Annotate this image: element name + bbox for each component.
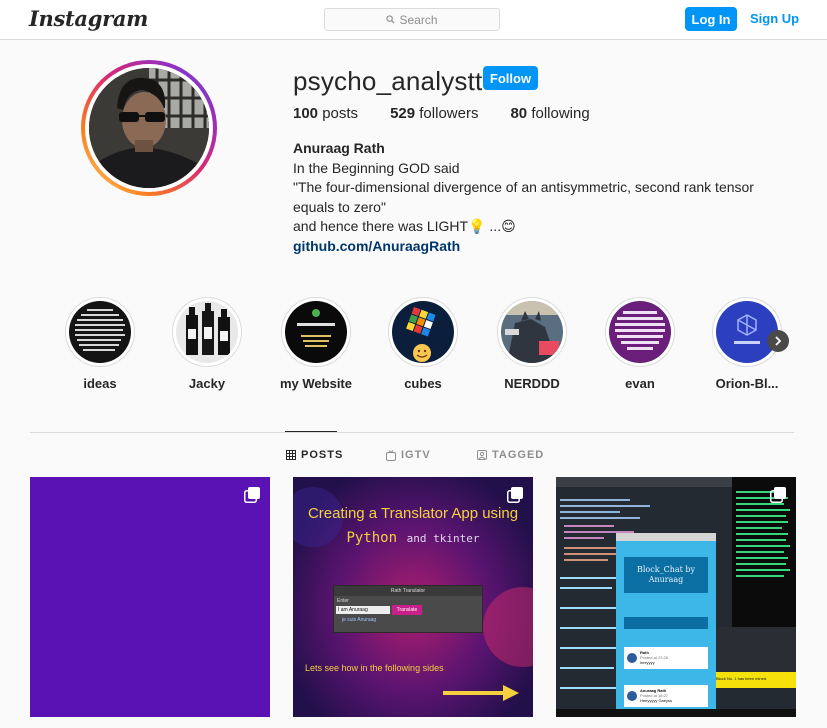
highlight-cover [285, 301, 347, 363]
highlight-nerddd[interactable]: NERDDD [492, 297, 572, 391]
status-text: Block No. 1 has been mined. [716, 676, 768, 681]
highlight-label: cubes [404, 376, 442, 391]
search-input[interactable]: Search [324, 8, 500, 31]
tab-tagged[interactable]: TAGGED [477, 449, 544, 461]
post-thumbnail[interactable]: Block_Chat by Anuraag Rath Posted at 23:… [556, 477, 796, 717]
highlight-my-website[interactable]: my Website [276, 297, 356, 391]
tab-label: POSTS [301, 449, 344, 461]
active-tab-indicator [285, 431, 337, 432]
tabs-divider [30, 432, 794, 433]
highlight-cubes[interactable]: cubes [383, 297, 463, 391]
app-window: Rath Translator Enter I am Anuraag Trans… [333, 585, 483, 633]
login-button[interactable]: Log In [685, 7, 737, 31]
posts-stat: 100 posts [293, 105, 359, 122]
highlight-jacky[interactable]: Jacky [167, 297, 247, 391]
highlight-label: NERDDD [504, 376, 560, 391]
instagram-logo[interactable]: Instagram [29, 6, 148, 31]
highlight-cover [716, 301, 778, 363]
profile-website-link[interactable]: github.com/AnuraagRath [293, 237, 793, 257]
avatar [89, 68, 209, 188]
tag-icon [477, 450, 487, 460]
tab-label: TAGGED [492, 449, 545, 461]
grid-icon [286, 450, 296, 460]
bio-line: and hence there was LIGHT💡 ...😊 [293, 218, 516, 234]
post-title: Creating a Translator App using [307, 505, 519, 522]
tab-posts[interactable]: POSTS [286, 449, 343, 461]
highlight-cover [501, 301, 563, 363]
highlight-cover [176, 301, 238, 363]
igtv-icon [386, 449, 396, 461]
highlight-label: evan [625, 376, 655, 391]
post-thumbnail[interactable]: Creating a Translator App using Python a… [293, 477, 533, 717]
bio-line: "The four-dimensional divergence of an a… [293, 179, 754, 215]
bio-line: In the Beginning GOD said [293, 159, 460, 176]
tab-igtv[interactable]: IGTV [386, 449, 431, 461]
chevron-right-icon [775, 336, 782, 346]
profile-full-name: Anuraag Rath [293, 140, 385, 156]
highlights-next-button[interactable] [767, 330, 789, 352]
multiple-posts-icon [770, 487, 786, 503]
top-navigation-bar: Instagram Search Log In Sign Up [0, 0, 827, 40]
profile-username: psycho_analystt [293, 66, 483, 96]
multiple-posts-icon [507, 487, 523, 503]
search-icon [386, 15, 395, 24]
signup-link[interactable]: Sign Up [750, 11, 799, 26]
follow-button[interactable]: Follow [483, 66, 538, 90]
search-placeholder: Search [399, 12, 438, 27]
highlight-ideas[interactable]: ideas [60, 297, 140, 391]
highlight-evan[interactable]: evan [600, 297, 680, 391]
app-title: Block_Chat by Anuraag [636, 565, 696, 584]
highlight-cover [609, 301, 671, 363]
tab-label: IGTV [401, 449, 431, 461]
followers-stat[interactable]: 529 followers [390, 105, 478, 122]
profile-bio: Anuraag Rath In the Beginning GOD said "… [293, 139, 793, 256]
highlight-label: my Website [279, 376, 352, 391]
highlight-label: ideas [83, 376, 117, 391]
story-highlights: ideas Jacky my Website cubes NERDDD evan… [0, 297, 827, 397]
multiple-posts-icon [244, 487, 260, 503]
highlight-label: Jacky [188, 376, 226, 391]
post-subtitle: Python and tkinter [346, 530, 480, 546]
post-thumbnail[interactable] [30, 477, 270, 717]
following-stat[interactable]: 80 following [510, 105, 589, 122]
post-caption: Lets see how in the following sides [305, 663, 444, 673]
highlight-cover [392, 301, 454, 363]
profile-avatar-ring[interactable] [81, 60, 217, 196]
highlight-cover [69, 301, 131, 363]
chat-message: Anuraag Rath Posted at 18:27 Heeyyyyy Ga… [640, 688, 673, 703]
highlight-label: Orion-Bl... [715, 376, 779, 391]
profile-stats: 100 posts 529 followers 80 following [293, 105, 622, 122]
chat-message: Rath Posted at 23:26 heeyyyy [640, 650, 669, 665]
